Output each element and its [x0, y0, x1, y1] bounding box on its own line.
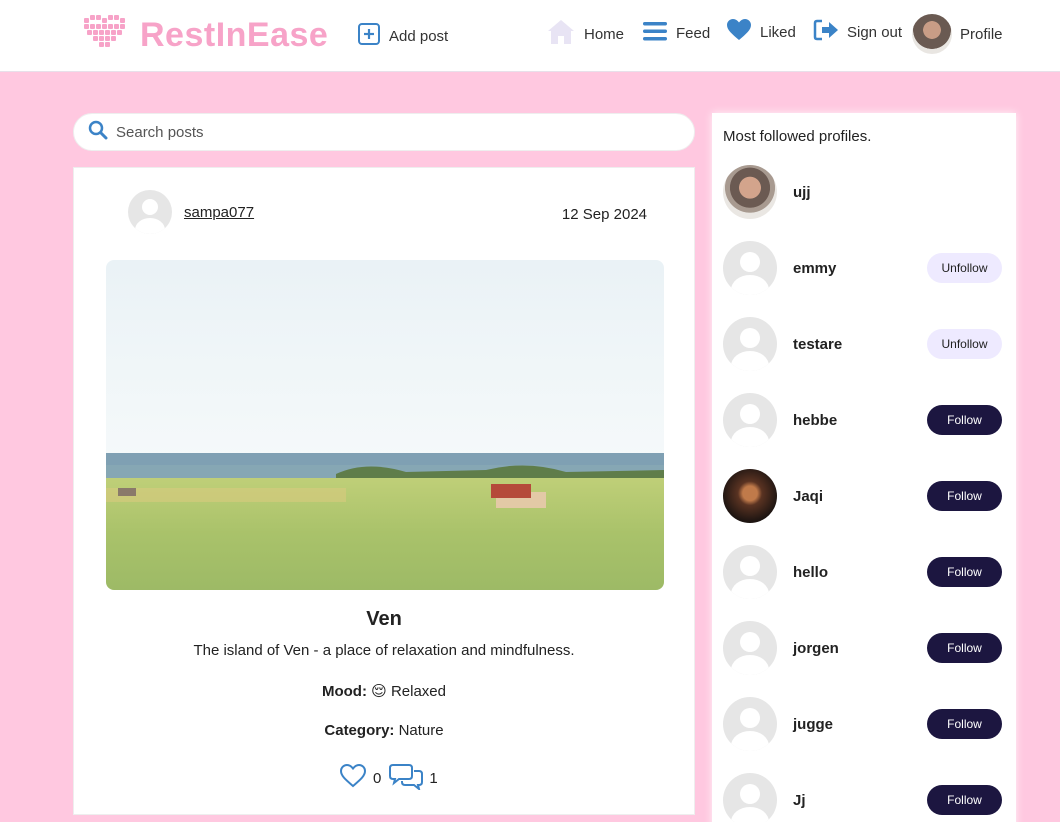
nav-sign-out[interactable]: Sign out [813, 18, 902, 47]
profile-row: hello Follow [723, 544, 1003, 600]
nav-feed-label: Feed [676, 25, 711, 42]
comments-icon[interactable] [389, 762, 424, 795]
profile-avatar[interactable] [723, 697, 777, 751]
post-category: Category: Nature [74, 722, 694, 739]
post-date: 12 Sep 2024 [561, 206, 647, 223]
profile-row: emmy Unfollow [723, 240, 1003, 296]
home-icon [546, 18, 576, 51]
search-icon [88, 120, 108, 145]
profile-avatar[interactable] [723, 165, 777, 219]
follow-button[interactable]: Follow [927, 709, 1002, 739]
nav-liked-label: Liked [760, 24, 796, 41]
author-name-link[interactable]: sampa077 [184, 204, 254, 221]
post-author: sampa077 [128, 190, 254, 234]
add-post-button[interactable]: Add post [357, 22, 448, 51]
unfollow-button[interactable]: Unfollow [927, 253, 1002, 283]
profile-avatar[interactable] [723, 469, 777, 523]
unfollow-button[interactable]: Unfollow [927, 329, 1002, 359]
nav-home-label: Home [584, 26, 625, 43]
follow-button[interactable]: Follow [927, 633, 1002, 663]
profile-name[interactable]: jorgen [793, 640, 839, 657]
profile-avatar[interactable] [723, 241, 777, 295]
profile-row: testare Unfollow [723, 316, 1003, 372]
profile-name[interactable]: hello [793, 564, 828, 581]
profile-row: Jaqi Follow [723, 468, 1003, 524]
follow-button[interactable]: Follow [927, 481, 1002, 511]
profile-name[interactable]: testare [793, 336, 842, 353]
menu-icon [642, 18, 668, 49]
most-followed-sidebar: Most followed profiles. ujj emmy Unfollo… [712, 113, 1016, 822]
nav-profile-label: Profile [960, 25, 1003, 43]
profile-name[interactable]: Jaqi [793, 488, 823, 505]
logo[interactable]: RestInEase [82, 14, 328, 57]
profile-name[interactable]: Jj [793, 792, 806, 809]
search-input[interactable] [116, 123, 676, 141]
nav-liked[interactable]: Liked [726, 18, 796, 47]
follow-button[interactable]: Follow [927, 557, 1002, 587]
profile-avatar [912, 14, 952, 54]
heart-logo-icon [82, 14, 130, 57]
nav-sign-out-label: Sign out [847, 24, 903, 41]
profile-avatar[interactable] [723, 317, 777, 371]
post-description: The island of Ven - a place of relaxatio… [193, 642, 575, 659]
profile-name[interactable]: jugge [793, 716, 833, 733]
profile-avatar[interactable] [723, 773, 777, 822]
mood-value: Relaxed [390, 683, 446, 700]
profile-name[interactable]: emmy [793, 260, 836, 277]
post-title: Ven [366, 608, 402, 630]
profile-name[interactable]: ujj [793, 184, 811, 201]
profile-avatar[interactable] [723, 545, 777, 599]
follow-button[interactable]: Follow [927, 405, 1002, 435]
profile-row: jugge Follow [723, 696, 1003, 752]
profile-avatar[interactable] [723, 621, 777, 675]
post-actions: 0 1 [339, 762, 446, 795]
nav-home[interactable]: Home [546, 18, 624, 51]
add-post-label: Add post [389, 28, 449, 45]
profile-row: ujj [723, 164, 1003, 220]
post-image [106, 260, 664, 590]
mood-label: Mood: [321, 683, 367, 700]
category-value: Nature [398, 722, 444, 739]
plus-square-icon [357, 22, 381, 51]
mood-emoji: 😌 [371, 683, 387, 700]
search-bar [73, 113, 695, 151]
nav-feed[interactable]: Feed [642, 18, 710, 49]
sidebar-title: Most followed profiles. [723, 128, 872, 145]
comment-count: 1 [429, 770, 438, 787]
post-card: sampa077 12 Sep 2024 Ven The island of V… [73, 167, 695, 815]
heart-icon [726, 18, 752, 47]
category-label: Category: [324, 722, 395, 739]
like-count: 0 [373, 770, 382, 787]
like-heart-icon[interactable] [339, 763, 367, 794]
post-mood: Mood: 😌 Relaxed [74, 682, 694, 700]
logo-text: RestInEase [140, 16, 329, 54]
profile-avatar[interactable] [723, 393, 777, 447]
author-avatar [128, 190, 172, 234]
profile-row: Jj Follow [723, 772, 1003, 822]
nav-profile[interactable]: Profile [912, 14, 1003, 54]
sign-out-icon [813, 18, 839, 47]
follow-button[interactable]: Follow [927, 785, 1002, 815]
top-navbar: RestInEase Add post Home Feed Liked Sign… [0, 0, 1060, 72]
profile-row: hebbe Follow [723, 392, 1003, 448]
profile-name[interactable]: hebbe [793, 412, 837, 429]
profile-row: jorgen Follow [723, 620, 1003, 676]
